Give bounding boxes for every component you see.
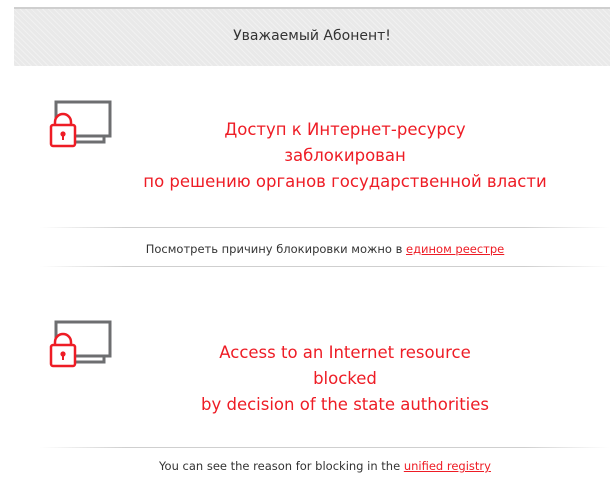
reason-text-en: You can see the reason for blocking in t… [40,459,610,473]
message-line: Доступ к Интернет-ресурсу [224,120,466,139]
registry-link[interactable]: едином реестре [406,242,504,256]
registry-link[interactable]: unified registry [404,459,491,473]
header-banner: Уважаемый Абонент! [14,7,610,66]
block-message-ru: Доступ к Интернет-ресурсу заблокирован п… [80,117,610,195]
message-line: by decision of the state authorities [200,395,490,414]
block-message-en: Access to an Internet resource blocked b… [80,340,610,418]
message-line: заблокирован [284,146,406,165]
divider [40,266,610,267]
reason-text-ru: Посмотреть причину блокировки можно в ед… [40,242,610,256]
page-title: Уважаемый Абонент! [233,28,391,44]
reason-label: Посмотреть причину блокировки можно в [145,242,407,256]
divider [40,227,610,228]
divider [40,447,610,448]
message-line: Access to an Internet resource [219,343,471,362]
reason-label: You can see the reason for blocking in t… [159,459,404,473]
message-line: по решению органов государственной власт… [143,172,547,191]
message-line: blocked [313,369,377,388]
